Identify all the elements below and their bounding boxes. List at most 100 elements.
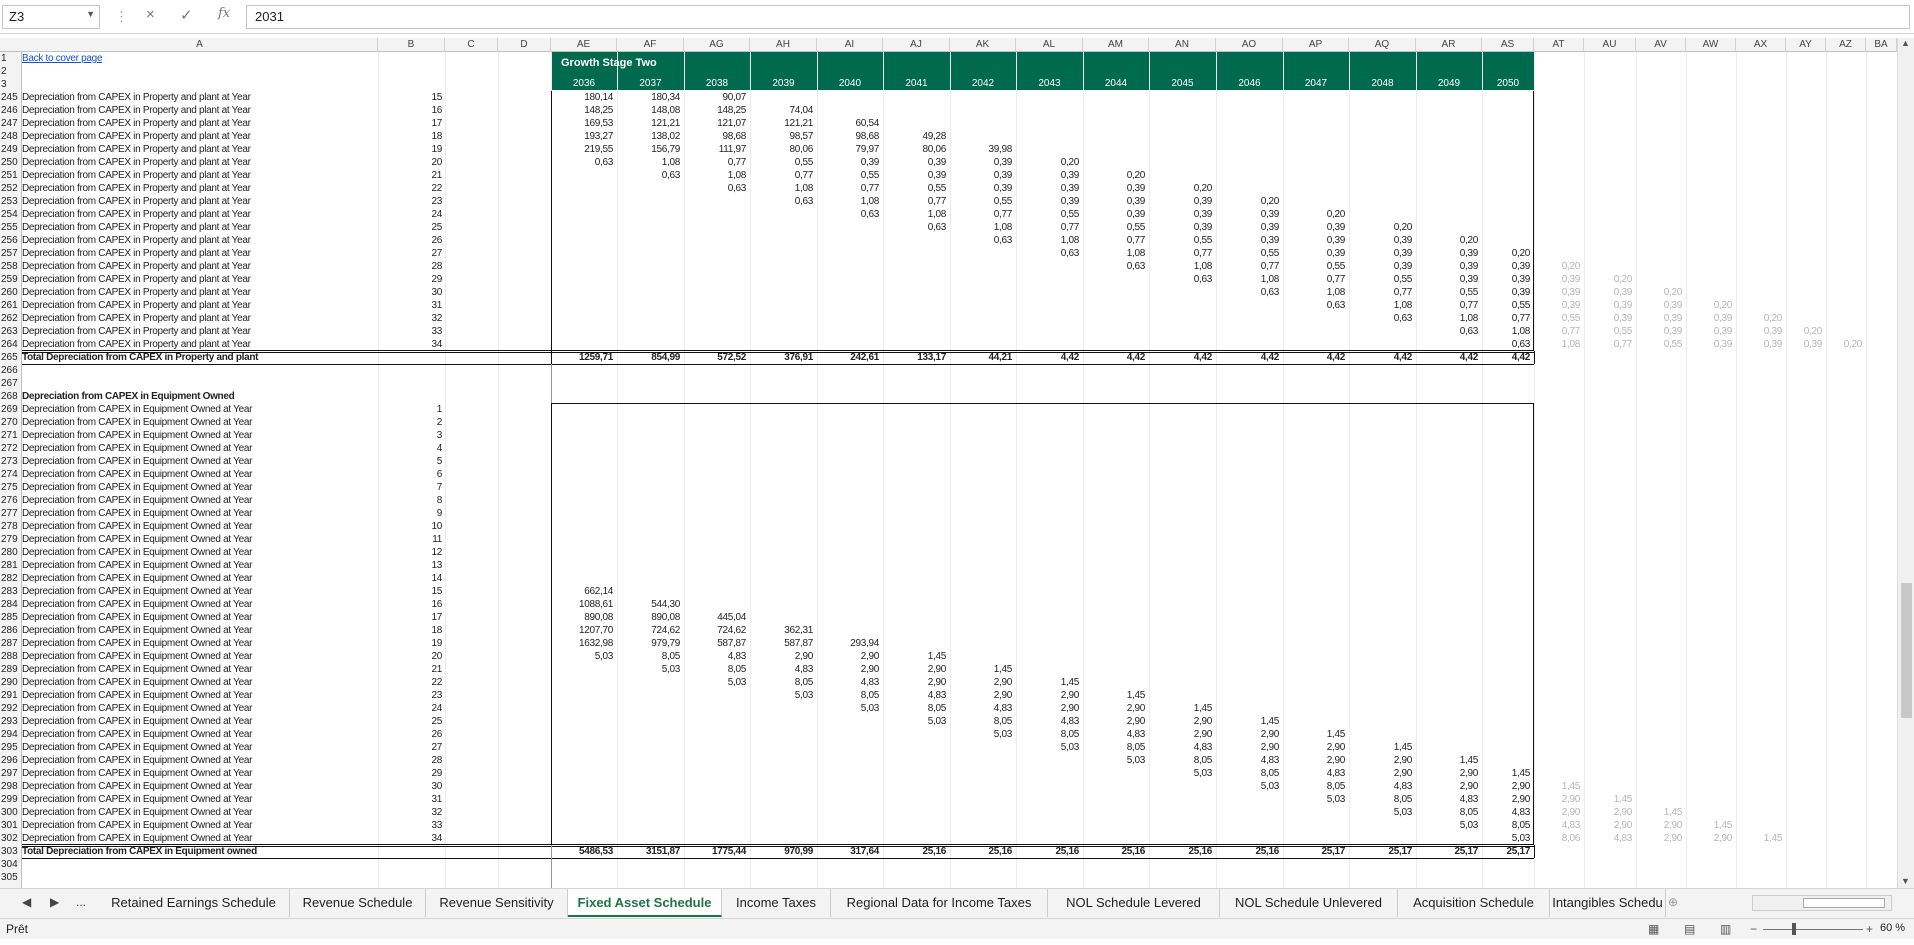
eq-row-label[interactable]: Depreciation from CAPEX in Equipment Own… [22, 429, 402, 442]
pp-row-label[interactable]: Depreciation from CAPEX in Property and … [22, 260, 402, 273]
eq-year-index[interactable]: 26 [402, 728, 462, 741]
eq-year-index[interactable]: 12 [402, 546, 462, 559]
faded-cell[interactable]: 0,77 [1534, 325, 1581, 338]
faded-cell[interactable]: 0,55 [1534, 312, 1581, 325]
column-header[interactable]: AS [1482, 38, 1534, 52]
pp-row-label[interactable]: Depreciation from CAPEX in Property and … [22, 273, 402, 286]
eq-row-label[interactable]: Depreciation from CAPEX in Equipment Own… [22, 559, 402, 572]
eq-row-label[interactable]: Depreciation from CAPEX in Equipment Own… [22, 663, 402, 676]
scroll-up-icon[interactable]: ▲ [1901, 38, 1910, 48]
eq-year-index[interactable]: 9 [402, 507, 462, 520]
row-number[interactable]: 263 [0, 325, 22, 338]
row-number[interactable]: 284 [0, 598, 22, 611]
row-number[interactable]: 300 [0, 806, 22, 819]
faded-cell[interactable]: 1,45 [1534, 780, 1581, 793]
column-header[interactable]: AR [1416, 38, 1482, 52]
column-header[interactable]: AP [1283, 38, 1349, 52]
faded-cell[interactable]: 0,39 [1686, 325, 1733, 338]
row-number[interactable]: 273 [0, 455, 22, 468]
column-header[interactable]: AW [1686, 38, 1736, 52]
eq-year-index[interactable]: 1 [402, 403, 462, 416]
eq-year-index[interactable]: 28 [402, 754, 462, 767]
column-header[interactable]: AH [750, 38, 817, 52]
faded-cell[interactable]: 2,90 [1636, 832, 1683, 845]
row-number[interactable]: 298 [0, 780, 22, 793]
scroll-down-icon[interactable]: ▼ [1901, 876, 1910, 886]
cancel-icon[interactable]: × [146, 6, 155, 23]
faded-cell[interactable]: 0,39 [1636, 325, 1683, 338]
pp-row-label[interactable]: Depreciation from CAPEX in Property and … [22, 312, 402, 325]
row-number[interactable]: 277 [0, 507, 22, 520]
eq-year-index[interactable]: 20 [402, 650, 462, 663]
column-header[interactable]: C [445, 38, 498, 52]
pp-year-index[interactable]: 19 [402, 143, 462, 156]
row-number[interactable]: 290 [0, 676, 22, 689]
eq-row-label[interactable]: Depreciation from CAPEX in Equipment Own… [22, 572, 402, 585]
eq-row-label[interactable]: Depreciation from CAPEX in Equipment Own… [22, 468, 402, 481]
eq-row-label[interactable]: Depreciation from CAPEX in Equipment Own… [22, 455, 402, 468]
faded-cell[interactable]: 0,39 [1534, 299, 1581, 312]
faded-cell[interactable]: 8,06 [1534, 832, 1581, 845]
eq-year-index[interactable]: 16 [402, 598, 462, 611]
faded-cell[interactable]: 0,39 [1636, 299, 1683, 312]
row-number[interactable]: 276 [0, 494, 22, 507]
faded-cell[interactable]: 2,90 [1584, 819, 1633, 832]
row-number[interactable]: 280 [0, 546, 22, 559]
horizontal-scrollbar[interactable] [1752, 895, 1892, 911]
row-number[interactable]: 254 [0, 208, 22, 221]
eq-row-label[interactable]: Depreciation from CAPEX in Equipment Own… [22, 507, 402, 520]
eq-year-index[interactable]: 31 [402, 793, 462, 806]
column-header[interactable]: AI [817, 38, 883, 52]
pp-year-index[interactable]: 30 [402, 286, 462, 299]
vertical-scroll-thumb[interactable] [1901, 583, 1912, 718]
row-number[interactable]: 293 [0, 715, 22, 728]
pp-row-label[interactable]: Depreciation from CAPEX in Property and … [22, 195, 402, 208]
row-number[interactable]: 292 [0, 702, 22, 715]
tab-sheet[interactable]: Regional Data for Income Taxes [831, 889, 1048, 917]
row-number[interactable]: 266 [0, 364, 22, 377]
tab-scroll-left-icon[interactable]: ◀ [22, 895, 31, 909]
column-header[interactable]: A [22, 38, 378, 52]
tab-sheet[interactable]: Revenue Schedule [290, 889, 426, 917]
eq-year-index[interactable]: 8 [402, 494, 462, 507]
tab-scroll-right-icon[interactable]: ▶ [50, 895, 59, 909]
enter-icon[interactable]: ✓ [180, 6, 193, 24]
row-number[interactable]: 281 [0, 559, 22, 572]
pp-row-label[interactable]: Depreciation from CAPEX in Property and … [22, 247, 402, 260]
row-number[interactable]: 296 [0, 754, 22, 767]
faded-cell[interactable]: 4,83 [1584, 832, 1633, 845]
pp-year-index[interactable]: 25 [402, 221, 462, 234]
row-number[interactable]: 304 [0, 858, 22, 871]
spreadsheet-grid[interactable]: A B C D AE AF AG AH AI AJ AK AL AM AN AO AP AQ AR AS AT AU AV… [0, 38, 1897, 888]
pp-row-label[interactable]: Depreciation from CAPEX in Property and … [22, 156, 402, 169]
faded-cell[interactable]: 0,20 [1636, 286, 1683, 299]
tab-more-button[interactable]: ... [76, 895, 86, 909]
row-number[interactable]: 278 [0, 520, 22, 533]
row-number[interactable]: 253 [0, 195, 22, 208]
add-sheet-icon[interactable]: ⊕ [1668, 895, 1678, 909]
pp-year-index[interactable]: 27 [402, 247, 462, 260]
column-header[interactable]: AO [1216, 38, 1283, 52]
faded-cell[interactable]: 0,55 [1584, 325, 1633, 338]
zoom-out-icon[interactable]: − [1750, 922, 1757, 936]
normal-view-icon[interactable]: ▦ [1648, 922, 1659, 936]
faded-cell[interactable]: 0,20 [1826, 338, 1863, 351]
row-number[interactable]: 267 [0, 377, 22, 390]
column-header[interactable]: AQ [1349, 38, 1416, 52]
row-number[interactable]: 302 [0, 832, 22, 845]
eq-row-label[interactable]: Depreciation from CAPEX in Equipment Own… [22, 585, 402, 598]
faded-cell[interactable]: 1,45 [1736, 832, 1783, 845]
faded-cell[interactable]: 0,20 [1736, 312, 1783, 325]
column-header[interactable]: AE [551, 38, 617, 52]
pp-year-index[interactable]: 17 [402, 117, 462, 130]
row-number[interactable]: 252 [0, 182, 22, 195]
page-layout-view-icon[interactable]: ▤ [1684, 922, 1695, 936]
eq-year-index[interactable]: 22 [402, 676, 462, 689]
tab-sheet[interactable]: Acquisition Schedule [1398, 889, 1550, 917]
eq-year-index[interactable]: 6 [402, 468, 462, 481]
row-number[interactable]: 275 [0, 481, 22, 494]
row-number[interactable]: 261 [0, 299, 22, 312]
row-number[interactable]: 259 [0, 273, 22, 286]
pp-year-index[interactable]: 16 [402, 104, 462, 117]
eq-row-label[interactable]: Depreciation from CAPEX in Equipment Own… [22, 650, 402, 663]
